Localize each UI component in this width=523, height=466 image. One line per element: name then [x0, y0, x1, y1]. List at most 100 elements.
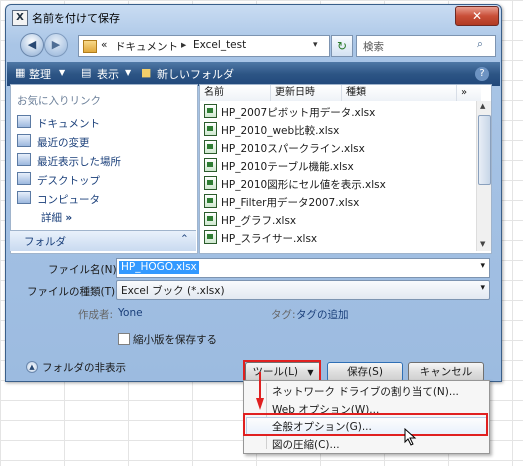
close-button[interactable]: ✕: [455, 6, 499, 26]
file-name: HP_2010図形にセル値を表示.xlsx: [221, 179, 386, 191]
save-button[interactable]: 保存(S): [327, 362, 403, 382]
sidebar-item-desktop[interactable]: デスクトップ: [17, 172, 100, 188]
filename-dropdown-icon[interactable]: ▾: [480, 261, 485, 271]
filename-field[interactable]: HP_HOGO.xlsx ▾: [116, 258, 490, 278]
sidebar-item-label: コンピュータ: [37, 194, 100, 206]
tags-value[interactable]: タグの追加: [296, 307, 349, 322]
menu-item-compress-pictures[interactable]: 図の圧縮(C)...: [272, 437, 340, 452]
views-button[interactable]: 表示: [97, 66, 119, 82]
excel-file-icon: [204, 230, 217, 244]
scrollbar-thumb[interactable]: [478, 115, 491, 185]
breadcrumb-overflow[interactable]: «: [101, 39, 107, 51]
excel-icon: X: [12, 10, 28, 26]
excel-file-icon: [204, 212, 217, 226]
folders-label: フォルダ: [24, 236, 66, 248]
sidebar-item-recent-changes[interactable]: 最近の変更: [17, 134, 90, 150]
more-chevron-icon: »: [65, 212, 73, 224]
file-row[interactable]: HP_スライサー.xlsx: [204, 230, 317, 247]
search-input[interactable]: 検索: [363, 39, 384, 54]
file-row[interactable]: HP_グラフ.xlsx: [204, 212, 296, 229]
column-header-type[interactable]: 種類: [342, 85, 457, 101]
help-icon[interactable]: ?: [475, 67, 489, 81]
navigation-pane: お気に入りリンク ドキュメント 最近の変更 最近表示した場所 デスクトップ コン…: [10, 84, 198, 254]
excel-file-icon: [204, 104, 217, 118]
command-toolbar: ▦ 整理 ▼ ▤ 表示 ▼ ■ 新しいフォルダ ?: [7, 62, 500, 86]
file-row[interactable]: HP_Filter用データ2007.xlsx: [204, 194, 359, 211]
excel-file-icon: [204, 176, 217, 190]
filetype-label: ファイルの種類(T):: [27, 286, 119, 298]
organize-button[interactable]: 整理: [29, 66, 51, 82]
chevron-up-icon: ⌃: [180, 233, 189, 245]
file-name: HP_スライサー.xlsx: [221, 233, 318, 245]
folder-icon: [83, 40, 97, 53]
views-dropdown-icon[interactable]: ▼: [125, 68, 131, 77]
excel-file-icon: [204, 140, 217, 154]
sidebar-item-label: 最近の変更: [37, 137, 90, 149]
author-label: 作成者:: [78, 309, 114, 321]
column-header-name[interactable]: 名前: [200, 85, 271, 101]
file-row[interactable]: HP_2010_web比較.xlsx: [204, 122, 339, 139]
address-bar[interactable]: « ドキュメント ▸ Excel_test ▾: [78, 35, 330, 57]
recent-places-icon: [17, 153, 31, 166]
back-button[interactable]: ◀: [20, 33, 44, 57]
search-box[interactable]: 検索 ⌕: [356, 35, 496, 57]
thumbnail-label: 縮小版を保存する: [133, 334, 217, 346]
menu-item-map-drive[interactable]: ネットワーク ドライブの割り当て(N)...: [272, 384, 459, 399]
more-columns-button[interactable]: »: [457, 85, 481, 101]
file-name: HP_2010スパークライン.xlsx: [221, 143, 365, 155]
more-label: 詳細: [41, 212, 62, 224]
file-row[interactable]: HP_2007ピボット用データ.xlsx: [204, 104, 375, 121]
red-arrow-icon: [256, 372, 264, 410]
column-header-modified[interactable]: 更新日時: [271, 85, 342, 101]
favorites-header: お気に入りリンク: [17, 95, 101, 107]
more-links-button[interactable]: 詳細 »: [41, 210, 72, 225]
chevron-up-icon[interactable]: ▲: [26, 361, 38, 373]
thumbnail-checkbox[interactable]: [118, 333, 130, 345]
file-list: 名前 更新日時 種類 » HP_2007ピボット用データ.xlsx HP_201…: [199, 84, 492, 254]
file-name: HP_Filter用データ2007.xlsx: [221, 197, 360, 209]
scroll-down-icon[interactable]: ▼: [480, 240, 485, 248]
sidebar-item-documents[interactable]: ドキュメント: [17, 115, 100, 131]
recent-changes-icon: [17, 134, 31, 147]
file-row[interactable]: HP_2010スパークライン.xlsx: [204, 140, 365, 157]
refresh-button[interactable]: ↻: [331, 35, 353, 57]
filename-input[interactable]: HP_HOGO.xlsx: [119, 261, 199, 274]
folders-toggle[interactable]: フォルダ ⌃: [10, 230, 196, 251]
file-name: HP_2007ピボット用データ.xlsx: [221, 107, 376, 119]
address-dropdown-icon[interactable]: ▾: [313, 40, 318, 50]
organize-dropdown-icon[interactable]: ▼: [59, 68, 65, 77]
file-name: HP_2010テーブル機能.xlsx: [221, 161, 354, 173]
filetype-value: Excel ブック (*.xlsx): [121, 285, 225, 297]
scroll-up-icon[interactable]: ▲: [480, 102, 485, 110]
breadcrumb-excel-test[interactable]: Excel_test: [193, 39, 246, 51]
mouse-cursor-icon: [404, 428, 417, 446]
highlight-box: [243, 360, 321, 382]
documents-icon: [17, 115, 31, 128]
computer-icon: [17, 191, 31, 204]
sidebar-item-label: ドキュメント: [37, 118, 100, 130]
cancel-button[interactable]: キャンセル: [408, 362, 484, 382]
breadcrumb-documents[interactable]: ドキュメント: [115, 39, 178, 54]
search-icon[interactable]: ⌕: [477, 38, 483, 51]
sidebar-item-computer[interactable]: コンピュータ: [17, 191, 100, 207]
highlight-box: [243, 413, 488, 436]
sidebar-item-recent-places[interactable]: 最近表示した場所: [17, 153, 121, 169]
new-folder-icon: ■: [141, 66, 152, 79]
file-name: HP_グラフ.xlsx: [221, 215, 297, 227]
new-folder-button[interactable]: 新しいフォルダ: [157, 66, 234, 82]
file-row[interactable]: HP_2010テーブル機能.xlsx: [204, 158, 354, 175]
file-name: HP_2010_web比較.xlsx: [221, 125, 340, 137]
window-title: 名前を付けて保存: [32, 12, 120, 25]
forward-button[interactable]: ▶: [44, 33, 68, 57]
file-row[interactable]: HP_2010図形にセル値を表示.xlsx: [204, 176, 386, 193]
file-list-scrollbar[interactable]: ▲ ▼: [476, 101, 491, 251]
excel-file-icon: [204, 122, 217, 136]
filename-label: ファイル名(N):: [48, 264, 121, 276]
hide-folders-button[interactable]: フォルダの非表示: [42, 360, 126, 375]
excel-file-icon: [204, 194, 217, 208]
sidebar-item-label: デスクトップ: [37, 175, 100, 187]
title-bar: X 名前を付けて保存 ✕: [6, 5, 501, 29]
desktop-icon: [17, 172, 31, 185]
filetype-select[interactable]: Excel ブック (*.xlsx) ▾: [116, 280, 490, 300]
author-value[interactable]: Yone: [118, 307, 143, 319]
